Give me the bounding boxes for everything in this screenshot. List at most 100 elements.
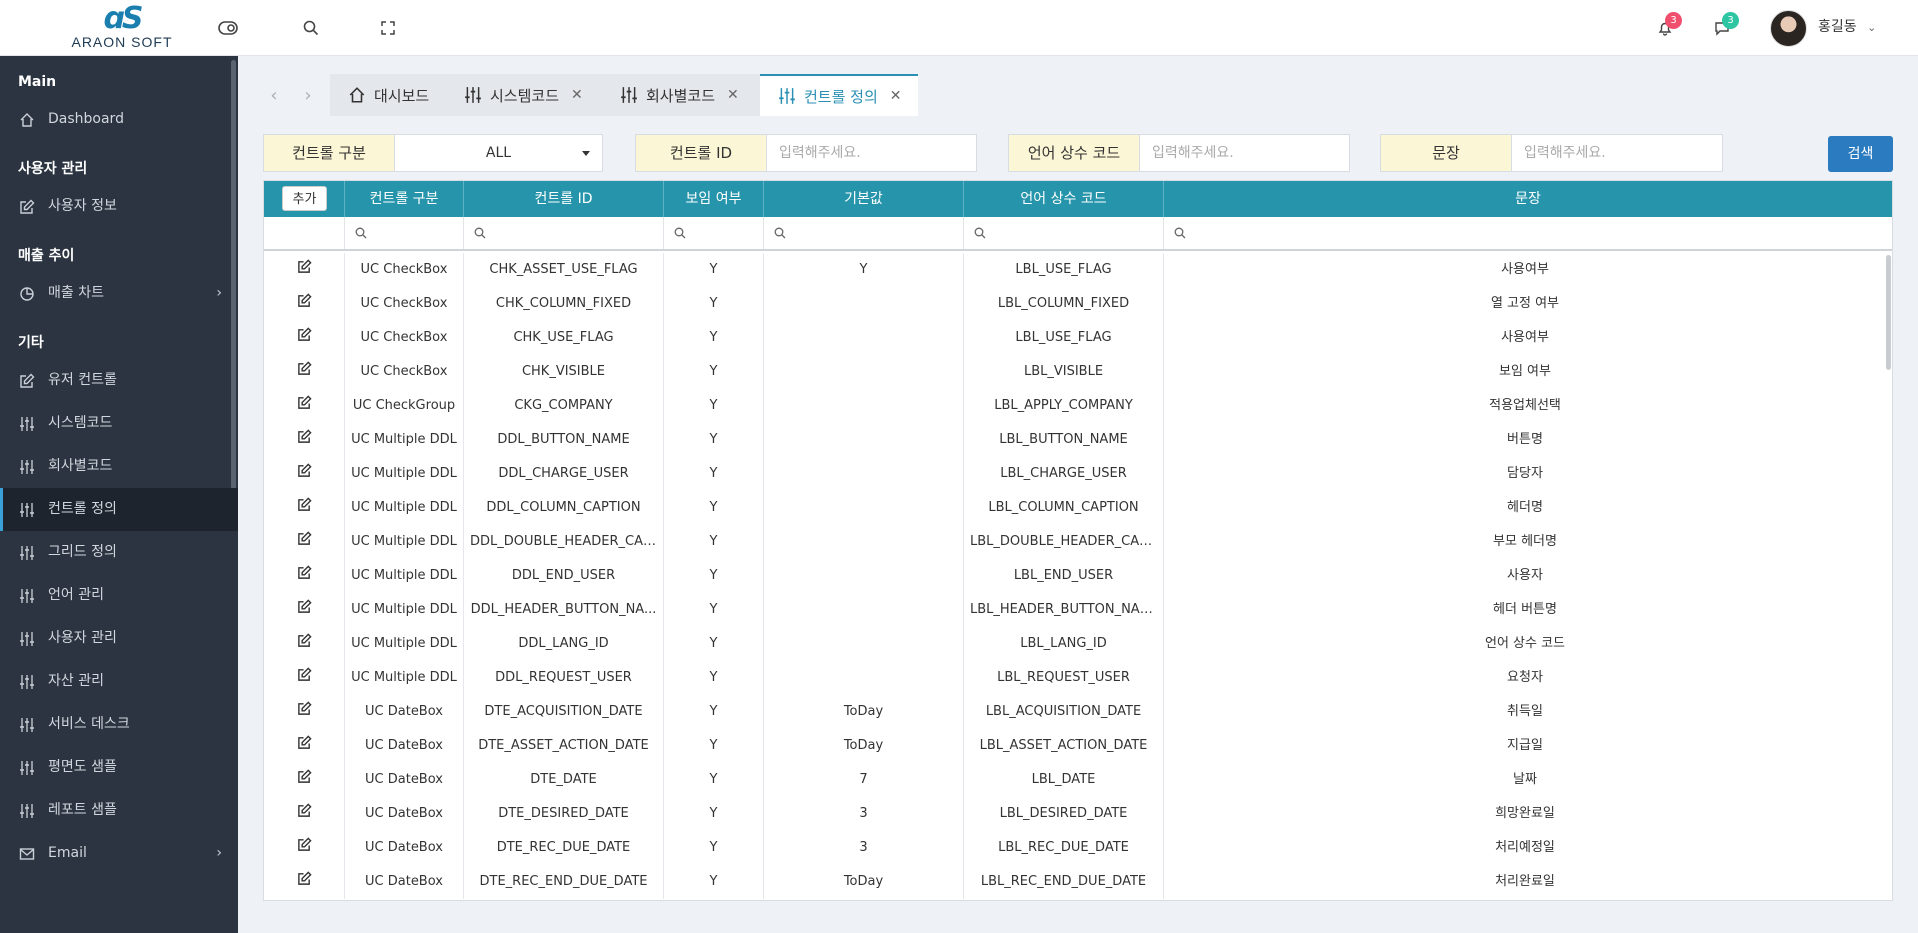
tab-prev-icon[interactable]: ‹ bbox=[260, 82, 288, 110]
search-icon[interactable] bbox=[297, 14, 325, 42]
tab-control-definition[interactable]: 컨트롤 정의 ✕ bbox=[760, 74, 918, 116]
edit-icon[interactable] bbox=[297, 633, 312, 648]
grid-filter-cell[interactable] bbox=[664, 217, 764, 249]
sidebar-item-dashboard[interactable]: Dashboard bbox=[0, 98, 238, 141]
sidebar-item-sales-chart[interactable]: 매출 차트 › bbox=[0, 272, 238, 315]
table-row[interactable]: UC DateBox DTE_ASSET_ACTION_DATE Y ToDay LBL… bbox=[264, 729, 1892, 763]
table-row[interactable]: UC CheckBox CHK_VISIBLE Y LBL_VISIBLE 보임 여부 bbox=[264, 355, 1892, 389]
table-cell: Y bbox=[664, 287, 764, 321]
edit-icon[interactable] bbox=[297, 327, 312, 342]
table-row[interactable]: UC Multiple DDL DDL_REQUEST_USER Y LBL_REQU… bbox=[264, 661, 1892, 695]
grid-scrollbar[interactable] bbox=[1886, 255, 1891, 370]
edit-icon[interactable] bbox=[297, 361, 312, 376]
tab-company-code[interactable]: 회사별코드 ✕ bbox=[602, 74, 760, 116]
tab-system-code[interactable]: 시스템코드 ✕ bbox=[446, 74, 602, 116]
table-row[interactable]: UC CheckBox CHK_USE_FLAG Y LBL_USE_FLAG 사용여부 bbox=[264, 321, 1892, 355]
edit-icon[interactable] bbox=[297, 293, 312, 308]
sentence-input[interactable]: 입력해주세요. bbox=[1512, 135, 1722, 171]
close-icon[interactable]: ✕ bbox=[571, 87, 583, 103]
toggle-icon[interactable] bbox=[214, 14, 242, 42]
edit-icon[interactable] bbox=[297, 463, 312, 478]
edit-icon[interactable] bbox=[297, 837, 312, 852]
search-button[interactable]: 검색 bbox=[1828, 136, 1893, 172]
control-type-select[interactable]: ALL bbox=[395, 135, 602, 171]
table-cell: LBL_LANG_ID bbox=[964, 627, 1164, 661]
edit-icon[interactable] bbox=[297, 429, 312, 444]
table-row[interactable]: UC DateBox DTE_ACQUISITION_DATE Y ToDay LBL_… bbox=[264, 695, 1892, 729]
grid-header-cell[interactable]: 보임 여부 bbox=[664, 181, 764, 217]
notification-badge: 3 bbox=[1665, 12, 1682, 29]
edit-icon[interactable] bbox=[297, 259, 312, 274]
edit-icon[interactable] bbox=[297, 667, 312, 682]
grid-filter-cell[interactable] bbox=[464, 217, 664, 249]
edit-icon[interactable] bbox=[297, 565, 312, 580]
edit-icon[interactable] bbox=[297, 531, 312, 546]
tab-next-icon[interactable]: › bbox=[294, 82, 322, 110]
sidebar-item-floorplan-sample[interactable]: 평면도 샘플 bbox=[0, 746, 238, 789]
sidebar-item-control-definition[interactable]: 컨트롤 정의 bbox=[0, 488, 238, 531]
edit-icon[interactable] bbox=[297, 497, 312, 512]
sidebar-item-user-control[interactable]: 유저 컨트롤 bbox=[0, 359, 238, 402]
sliders-icon bbox=[20, 503, 34, 517]
edit-icon[interactable] bbox=[297, 599, 312, 614]
table-row[interactable]: UC Multiple DDL DDL_HEADER_BUTTON_NA... Y L… bbox=[264, 593, 1892, 627]
araon-soft-logo[interactable]: ɑS ARAON SOFT bbox=[66, 4, 178, 50]
edit-icon[interactable] bbox=[297, 871, 312, 886]
sidebar-item-service-desk[interactable]: 서비스 데스크 bbox=[0, 703, 238, 746]
table-row[interactable]: UC CheckBox CHK_COLUMN_FIXED Y LBL_COLUMN_F… bbox=[264, 287, 1892, 321]
grid-header-cell[interactable]: 기본값 bbox=[764, 181, 964, 217]
table-row[interactable]: UC DateBox DTE_REC_END_DUE_DATE Y ToDay LBL_… bbox=[264, 865, 1892, 899]
sidebar-item-user-info[interactable]: 사용자 정보 bbox=[0, 185, 238, 228]
sidebar-item-user-admin[interactable]: 사용자 관리 bbox=[0, 617, 238, 660]
grid-header-cell[interactable]: 문장 bbox=[1164, 181, 1892, 217]
edit-icon[interactable] bbox=[297, 735, 312, 750]
table-row[interactable]: UC Multiple DDL DDL_CHARGE_USER Y LBL_CHARG… bbox=[264, 457, 1892, 491]
edit-icon[interactable] bbox=[297, 701, 312, 716]
sidebar-item-system-code[interactable]: 시스템코드 bbox=[0, 402, 238, 445]
tab-dashboard[interactable]: 대시보드 bbox=[330, 74, 446, 116]
sidebar-item-email[interactable]: Email › bbox=[0, 832, 238, 875]
table-row[interactable]: UC Multiple DDL DDL_LANG_ID Y LBL_LANG_ID 언어… bbox=[264, 627, 1892, 661]
table-cell: CKG_COMPANY bbox=[464, 389, 664, 423]
grid-filter-cell[interactable] bbox=[764, 217, 964, 249]
table-cell: Y bbox=[664, 457, 764, 491]
lang-code-input[interactable]: 입력해주세요. bbox=[1140, 135, 1349, 171]
close-icon[interactable]: ✕ bbox=[890, 88, 902, 104]
control-id-input[interactable]: 입력해주세요. bbox=[767, 135, 976, 171]
table-row[interactable]: UC Multiple DDL DDL_COLUMN_CAPTION Y LBL_CO… bbox=[264, 491, 1892, 525]
table-cell: Y bbox=[664, 763, 764, 797]
message-icon[interactable]: 3 bbox=[1707, 12, 1739, 42]
table-row[interactable]: UC Multiple DDL DDL_END_USER Y LBL_END_USER… bbox=[264, 559, 1892, 593]
grid-header-cell[interactable]: 컨트롤 구분 bbox=[345, 181, 464, 217]
sidebar-item-report-sample[interactable]: 레포트 샘플 bbox=[0, 789, 238, 832]
table-cell: DTE_REC_DUE_DATE bbox=[464, 831, 664, 865]
table-row[interactable]: UC CheckGroup CKG_COMPANY Y LBL_APPLY_COMPA… bbox=[264, 389, 1892, 423]
grid-filter-cell[interactable] bbox=[964, 217, 1164, 249]
sidebar-item-language[interactable]: 언어 관리 bbox=[0, 574, 238, 617]
sidebar-item-grid-definition[interactable]: 그리드 정의 bbox=[0, 531, 238, 574]
table-row[interactable]: UC DateBox DTE_DESIRED_DATE Y 3 LBL_DESIRED_… bbox=[264, 797, 1892, 831]
notification-bell-icon[interactable]: 3 bbox=[1650, 12, 1682, 42]
grid-filter-cell[interactable] bbox=[1164, 217, 1892, 249]
grid-header-cell[interactable]: 컨트롤 ID bbox=[464, 181, 664, 217]
grid-filter-cell[interactable] bbox=[345, 217, 464, 249]
table-row[interactable]: UC Multiple DDL DDL_DOUBLE_HEADER_CAP... Y… bbox=[264, 525, 1892, 559]
user-avatar[interactable] bbox=[1770, 10, 1807, 47]
sidebar-item-company-code[interactable]: 회사별코드 bbox=[0, 445, 238, 488]
table-row[interactable]: UC DateBox DTE_REC_DUE_DATE Y 3 LBL_REC_DUE_… bbox=[264, 831, 1892, 865]
table-row[interactable]: UC Multiple DDL DDL_BUTTON_NAME Y LBL_BUTTO… bbox=[264, 423, 1892, 457]
table-cell: 사용여부 bbox=[1501, 262, 1549, 277]
edit-icon[interactable] bbox=[297, 769, 312, 784]
edit-icon[interactable] bbox=[297, 803, 312, 818]
user-menu[interactable]: 홍길동 ⌄ bbox=[1818, 16, 1876, 36]
edit-cell bbox=[264, 423, 345, 457]
close-icon[interactable]: ✕ bbox=[727, 87, 739, 103]
table-row[interactable]: UC CheckBox CHK_ASSET_USE_FLAG Y Y LBL_USE_F… bbox=[264, 253, 1892, 287]
add-button[interactable]: 추가 bbox=[282, 186, 327, 211]
table-cell: LBL_REC_DUE_DATE bbox=[964, 831, 1164, 865]
sidebar-item-asset[interactable]: 자산 관리 bbox=[0, 660, 238, 703]
table-row[interactable]: UC DateBox DTE_DATE Y 7 LBL_DATE 날짜 bbox=[264, 763, 1892, 797]
edit-icon[interactable] bbox=[297, 395, 312, 410]
fullscreen-icon[interactable] bbox=[374, 14, 402, 42]
grid-header-cell[interactable]: 언어 상수 코드 bbox=[964, 181, 1164, 217]
